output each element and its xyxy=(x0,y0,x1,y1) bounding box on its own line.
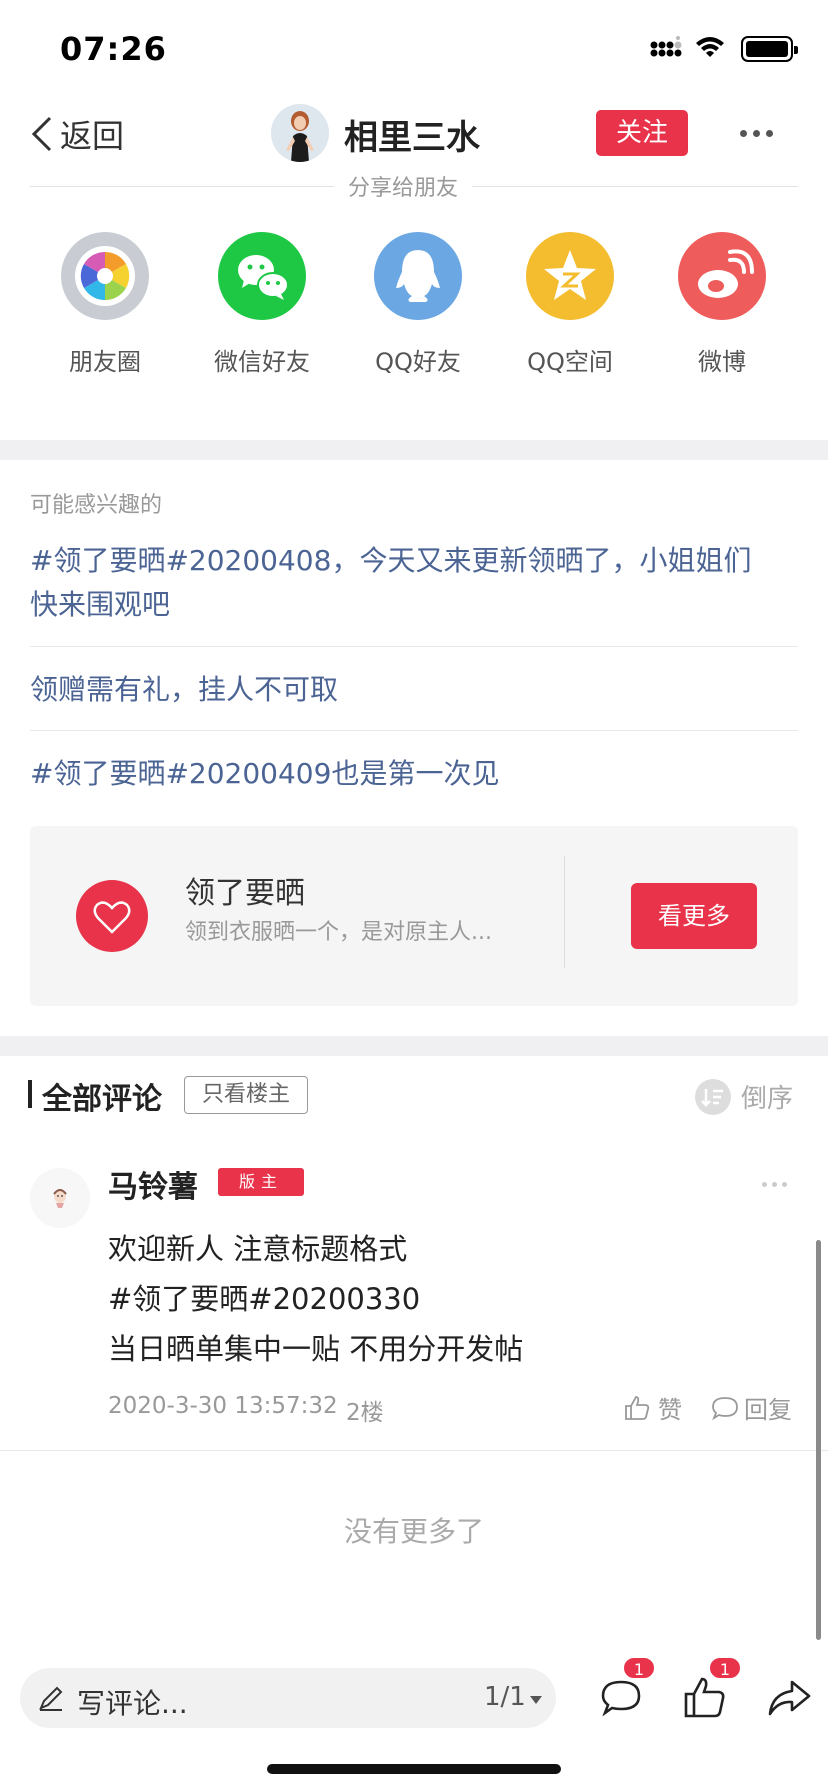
section-divider xyxy=(0,440,828,460)
share-button[interactable] xyxy=(766,1674,812,1724)
share-label: 微信好友 xyxy=(214,348,310,376)
order-label: 倒序 xyxy=(741,1084,794,1114)
follow-button[interactable]: 关注 xyxy=(596,110,688,156)
nav-bar: 返回 相里三水 关注 xyxy=(0,96,828,172)
divider xyxy=(30,730,798,731)
home-indicator xyxy=(267,1764,561,1774)
moderator-badge: 版主 xyxy=(218,1168,304,1196)
interested-heading: 可能感兴趣的 xyxy=(30,493,163,518)
chevron-left-icon xyxy=(31,116,52,152)
thumbs-up-icon xyxy=(684,1677,725,1718)
comment-text-line: 欢迎新人 注意标题格式 xyxy=(108,1232,408,1266)
more-options-icon[interactable] xyxy=(740,130,773,137)
topic-description: 领到衣服晒一个，是对原主人... xyxy=(185,920,492,945)
topic-card[interactable]: 领了要晒 领到衣服晒一个，是对原主人... 看更多 xyxy=(30,826,798,1006)
section-divider xyxy=(0,1036,828,1056)
comment-floor: 2楼 xyxy=(346,1400,384,1426)
reply-label: 回复 xyxy=(744,1396,792,1424)
back-label: 返回 xyxy=(60,117,125,155)
see-more-button[interactable]: 看更多 xyxy=(631,883,757,949)
share-label: QQ空间 xyxy=(527,348,613,376)
page-indicator[interactable]: 1/1 xyxy=(484,1682,526,1712)
comments-title: 全部评论 xyxy=(42,1082,162,1117)
share-wechat-button[interactable]: 微信好友 xyxy=(192,232,332,377)
wechat-icon xyxy=(218,232,306,320)
like-count-badge: 1 xyxy=(708,1656,742,1680)
reply-comment-button[interactable]: 回复 xyxy=(710,1390,792,1425)
heart-icon xyxy=(76,880,148,952)
divider xyxy=(564,856,565,968)
cellular-signal-icon xyxy=(650,36,682,57)
share-row: 朋友圈 微信好友 QQ好友 QQ空间 微博 xyxy=(0,232,828,382)
comment-timestamp: 2020-3-30 13:57:32 xyxy=(108,1393,338,1419)
page-title: 相里三水 xyxy=(344,118,480,158)
related-post-title: #领了要晒#20200409也是第一次见 xyxy=(30,757,500,790)
share-weibo-button[interactable]: 微博 xyxy=(652,232,792,377)
qzone-icon xyxy=(526,232,614,320)
like-label: 赞 xyxy=(658,1396,682,1424)
wifi-icon xyxy=(696,37,724,57)
comments-button[interactable]: 1 xyxy=(598,1656,656,1724)
related-post-title-cont: 快来围观吧 xyxy=(30,588,171,621)
pencil-icon xyxy=(39,1686,63,1711)
related-post-title: #领了要晒#20200408，今天又来更新领晒了，小姐姐们 xyxy=(30,544,752,577)
no-more-text: 没有更多了 xyxy=(343,1515,484,1548)
reverse-order-button[interactable]: 倒序 xyxy=(695,1078,793,1115)
share-title: 分享给朋友 xyxy=(334,170,473,202)
write-comment-input[interactable]: 写评论... 1/1 xyxy=(20,1668,556,1728)
status-bar: 07:26 xyxy=(0,0,828,96)
related-post-link[interactable]: #领了要晒#20200409也是第一次见 xyxy=(30,752,798,796)
related-post-title: 领赠需有礼，挂人不可取 xyxy=(30,673,339,706)
back-button[interactable]: 返回 xyxy=(30,110,124,158)
write-placeholder: 写评论... xyxy=(77,1687,188,1720)
share-label: 微博 xyxy=(698,348,746,376)
battery-icon xyxy=(741,36,798,62)
comment-count-badge: 1 xyxy=(622,1656,656,1680)
share-arrow-icon xyxy=(768,1680,811,1716)
comment-text-line: 当日晒单集中一贴 不用分开发帖 xyxy=(108,1332,524,1366)
speech-bubble-icon xyxy=(712,1396,738,1420)
share-qzone-button[interactable]: QQ空间 xyxy=(500,232,640,377)
dropdown-caret-icon xyxy=(530,1696,542,1704)
share-label: QQ好友 xyxy=(375,348,461,376)
like-comment-button[interactable]: 赞 xyxy=(622,1390,682,1425)
author-avatar[interactable] xyxy=(271,104,329,162)
comment-more-icon[interactable] xyxy=(762,1182,787,1187)
status-time: 07:26 xyxy=(60,30,167,68)
share-qq-button[interactable]: QQ好友 xyxy=(348,232,488,377)
divider xyxy=(30,646,798,647)
related-post-link[interactable]: #领了要晒#20200408，今天又来更新领晒了，小姐姐们 快来围观吧 xyxy=(30,539,798,627)
weibo-icon xyxy=(678,232,766,320)
commenter-avatar[interactable] xyxy=(30,1168,90,1228)
share-moments-button[interactable]: 朋友圈 xyxy=(35,232,175,377)
only-host-button[interactable]: 只看楼主 xyxy=(184,1076,308,1114)
related-post-link[interactable]: 领赠需有礼，挂人不可取 xyxy=(30,668,798,712)
like-post-button[interactable]: 1 xyxy=(682,1656,742,1724)
commenter-name[interactable]: 马铃薯 xyxy=(108,1162,198,1206)
share-label: 朋友圈 xyxy=(69,348,141,376)
moments-icon xyxy=(61,232,149,320)
section-marker xyxy=(28,1080,32,1108)
comment-text-line: #领了要晒#20200330 xyxy=(108,1282,421,1316)
thumbs-up-icon xyxy=(625,1395,650,1420)
divider xyxy=(0,1450,828,1451)
sort-icon xyxy=(695,1078,731,1115)
topic-name: 领了要晒 xyxy=(185,876,305,911)
scrollbar[interactable] xyxy=(816,1240,821,1640)
comment-icon xyxy=(601,1680,641,1717)
qq-icon xyxy=(374,232,462,320)
